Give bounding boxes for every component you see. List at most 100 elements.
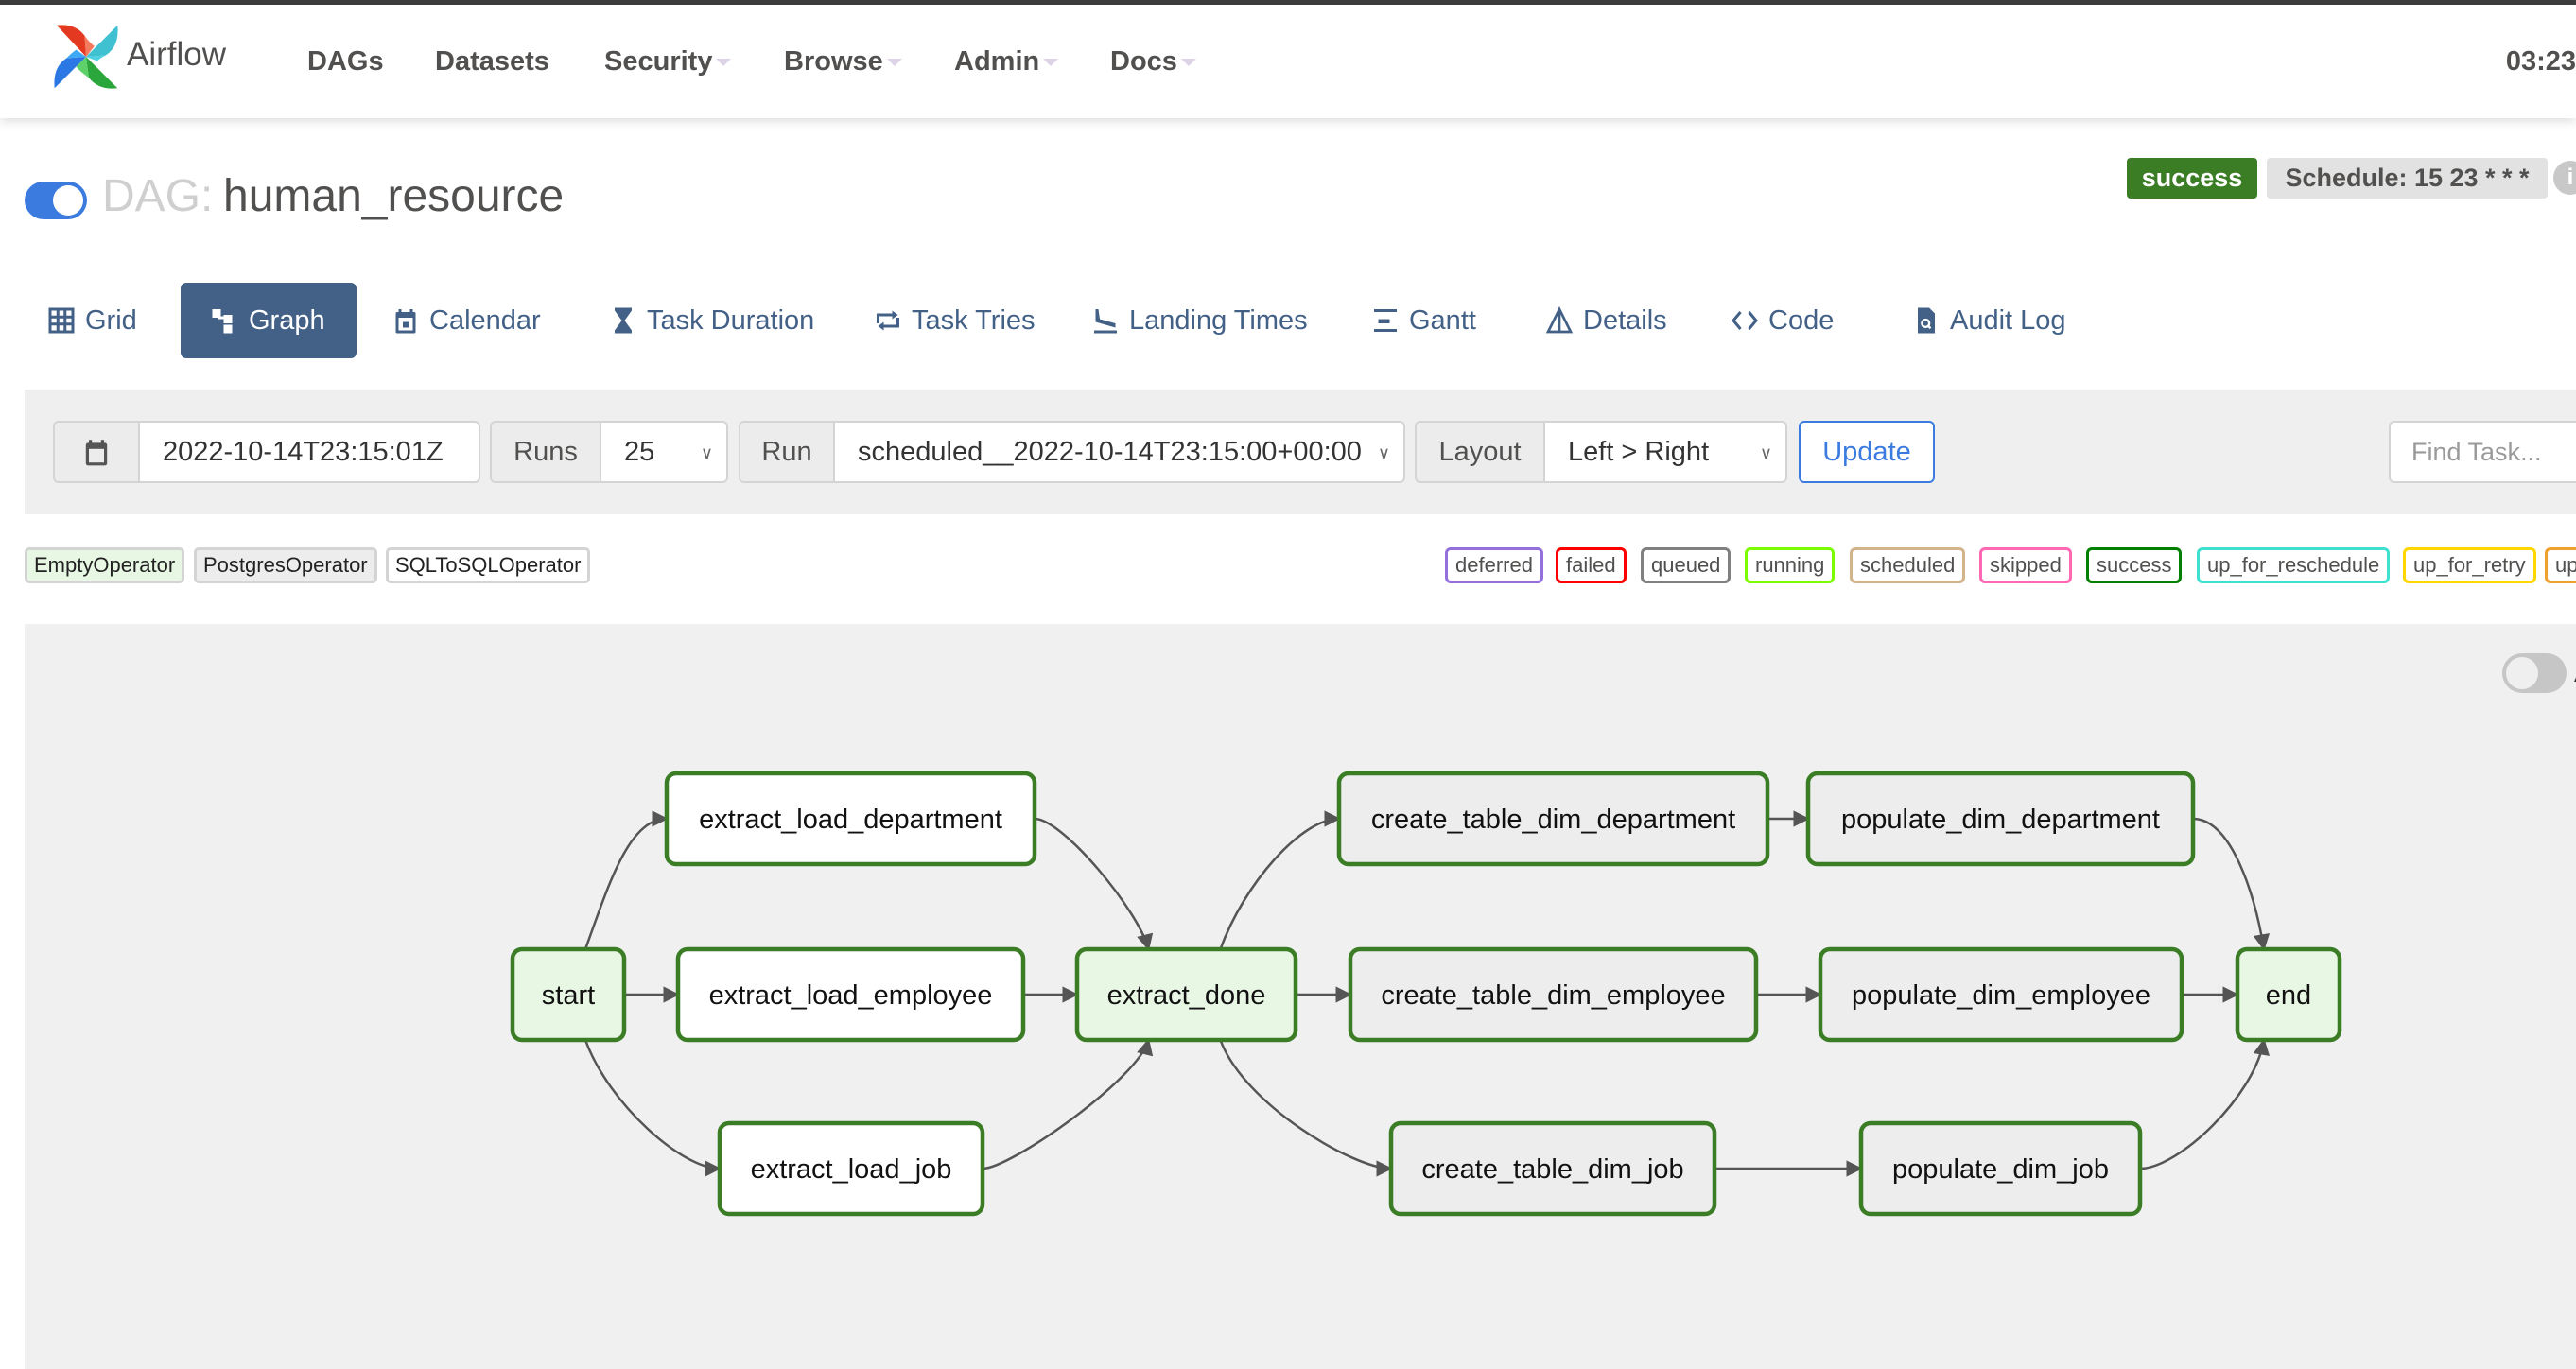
task-node-end[interactable]: end — [2235, 946, 2342, 1043]
triangle-icon — [1545, 306, 1574, 334]
clock[interactable]: 03:23 — [2506, 46, 2576, 78]
operator-label: SQLToSQLOperator — [395, 553, 582, 577]
runs-select[interactable]: 25 ∨ — [601, 423, 726, 481]
nav-label: Security — [604, 46, 713, 77]
state-legend-queued[interactable]: queued — [1641, 547, 1732, 583]
caret-down-icon — [1043, 59, 1059, 67]
find-task-input[interactable] — [2389, 421, 2576, 483]
operator-legend-postgres[interactable]: PostgresOperator — [194, 547, 377, 583]
tab-label: Task Tries — [912, 304, 1036, 336]
tab-details[interactable]: Details — [1528, 283, 1684, 358]
edge-populate_dim_job-to-end — [2139, 1038, 2271, 1170]
schedule-badge: Schedule: 15 23 * * * — [2267, 158, 2548, 199]
operator-legend-sqltosql[interactable]: SQLToSQLOperator — [386, 547, 591, 583]
nav-security[interactable]: Security — [604, 46, 732, 78]
state-legend-up-for-retry[interactable]: up_for_retry — [2403, 547, 2536, 583]
run-select[interactable]: scheduled__2022-10-14T23:15:00+00:00 ∨ — [835, 423, 1403, 481]
tab-label: Task Duration — [647, 304, 815, 336]
state-legend-scheduled[interactable]: scheduled — [1850, 547, 1966, 583]
airflow-logo-icon[interactable] — [51, 22, 121, 92]
task-node-populate_dim_department[interactable]: populate_dim_department — [1805, 771, 2196, 867]
caret-down-icon — [886, 59, 902, 67]
task-node-label: extract_load_department — [699, 805, 1002, 835]
layout-group: Layout Left > Right ∨ — [1415, 421, 1787, 483]
nav-admin[interactable]: Admin — [954, 46, 1059, 78]
edge-start-to-extract_load_department — [583, 810, 669, 950]
chevron-down-icon: ∨ — [700, 443, 713, 462]
task-node-populate_dim_employee[interactable]: populate_dim_employee — [1818, 946, 2184, 1043]
runs-label: Runs — [492, 423, 601, 481]
dag-graph-svg: start extract_load_department extract_load… — [510, 771, 2342, 1217]
task-node-extract_load_department[interactable]: extract_load_department — [664, 771, 1037, 867]
state-legend-deferred[interactable]: deferred — [1445, 547, 1543, 583]
tab-label: Graph — [249, 304, 325, 336]
base-date-group: 2022-10-14T23:15:01Z — [53, 421, 480, 483]
run-group: Run scheduled__2022-10-14T23:15:00+00:00… — [739, 421, 1405, 483]
dag-pause-toggle[interactable] — [25, 182, 87, 219]
task-node-extract_load_job[interactable]: extract_load_job — [717, 1120, 985, 1217]
operator-legend-empty[interactable]: EmptyOperator — [25, 547, 185, 583]
task-node-extract_done[interactable]: extract_done — [1074, 946, 1298, 1043]
tab-calendar[interactable]: Calendar — [374, 283, 558, 358]
state-label: failed — [1566, 553, 1616, 577]
state-label: running — [1755, 553, 1825, 577]
caret-down-icon — [716, 59, 732, 67]
calendar-icon — [395, 309, 416, 334]
nav-label: Browse — [784, 46, 883, 77]
edge-extract_done-to-create_table_dim_department — [1219, 810, 1341, 950]
state-legend-up-for-reschedule[interactable]: up_for_reschedule — [2197, 547, 2391, 583]
state-legend-success[interactable]: success — [2086, 547, 2183, 583]
state-legend-failed[interactable]: failed — [1556, 547, 1627, 583]
task-node-label: populate_dim_job — [1892, 1154, 2109, 1185]
runs-value: 25 — [624, 436, 655, 467]
task-node-extract_load_employee[interactable]: extract_load_employee — [675, 946, 1026, 1043]
nav-browse[interactable]: Browse — [784, 46, 902, 78]
brand-name[interactable]: Airflow — [127, 36, 226, 74]
tab-task-tries[interactable]: Task Tries — [857, 283, 1053, 358]
info-icon[interactable]: i — [2553, 161, 2576, 195]
tab-audit-log[interactable]: Audit Log — [1895, 283, 2083, 358]
tab-label: Gantt — [1409, 304, 1476, 336]
nav-dags[interactable]: DAGs — [307, 46, 384, 78]
task-node-populate_dim_job[interactable]: populate_dim_job — [1858, 1120, 2143, 1217]
base-date-input[interactable]: 2022-10-14T23:15:01Z — [140, 423, 479, 481]
task-node-label: end — [2266, 980, 2311, 1011]
edge-extract_load_job-to-extract_done — [982, 1038, 1154, 1170]
task-node-label: start — [542, 980, 595, 1011]
task-node-label: create_table_dim_department — [1371, 805, 1735, 835]
run-value: scheduled__2022-10-14T23:15:00+00:00 — [858, 436, 1362, 467]
nav-datasets[interactable]: Datasets — [435, 46, 549, 78]
task-node-create_table_dim_department[interactable]: create_table_dim_department — [1336, 771, 1770, 867]
state-legend-upstream-failed[interactable]: up — [2545, 547, 2576, 583]
layout-select[interactable]: Left > Right ∨ — [1545, 423, 1785, 481]
task-node-start[interactable]: start — [510, 946, 627, 1043]
state-legend-running[interactable]: running — [1745, 547, 1836, 583]
state-label: up — [2555, 553, 2576, 577]
caret-down-icon — [1180, 59, 1196, 67]
tab-code[interactable]: Code — [1714, 283, 1851, 358]
tab-task-duration[interactable]: Task Duration — [592, 283, 831, 358]
tab-label: Grid — [85, 304, 137, 336]
dag-graph-canvas[interactable]: A startextract_load_departmentextract_lo… — [25, 624, 2576, 1369]
tab-graph[interactable]: Graph — [181, 283, 357, 358]
grid-icon — [48, 307, 75, 334]
dag-prefix: DAG: — [102, 171, 214, 221]
update-button[interactable]: Update — [1799, 421, 1935, 483]
nav-docs[interactable]: Docs — [1110, 46, 1196, 78]
task-node-create_table_dim_employee[interactable]: create_table_dim_employee — [1348, 946, 1759, 1043]
retweet-icon — [877, 310, 899, 331]
layout-label: Layout — [1417, 423, 1545, 481]
plane-landing-icon — [1094, 309, 1117, 334]
state-legend-skipped[interactable]: skipped — [1979, 547, 2072, 583]
task-node-create_table_dim_job[interactable]: create_table_dim_job — [1388, 1120, 1717, 1217]
graph-controls-panel: 2022-10-14T23:15:01Z Runs 25 ∨ Run schedu… — [25, 390, 2576, 514]
task-node-label: populate_dim_employee — [1852, 980, 2150, 1011]
layout-value: Left > Right — [1568, 436, 1710, 467]
navbar: Airflow DAGs Datasets Security Browse Ad… — [0, 5, 2576, 118]
calendar-icon[interactable] — [55, 423, 140, 481]
edge-start-to-extract_load_job — [583, 1039, 722, 1177]
tab-grid[interactable]: Grid — [30, 283, 154, 358]
tab-gantt[interactable]: Gantt — [1354, 283, 1493, 358]
tab-landing-times[interactable]: Landing Times — [1074, 283, 1325, 358]
graph-icon — [212, 309, 233, 334]
